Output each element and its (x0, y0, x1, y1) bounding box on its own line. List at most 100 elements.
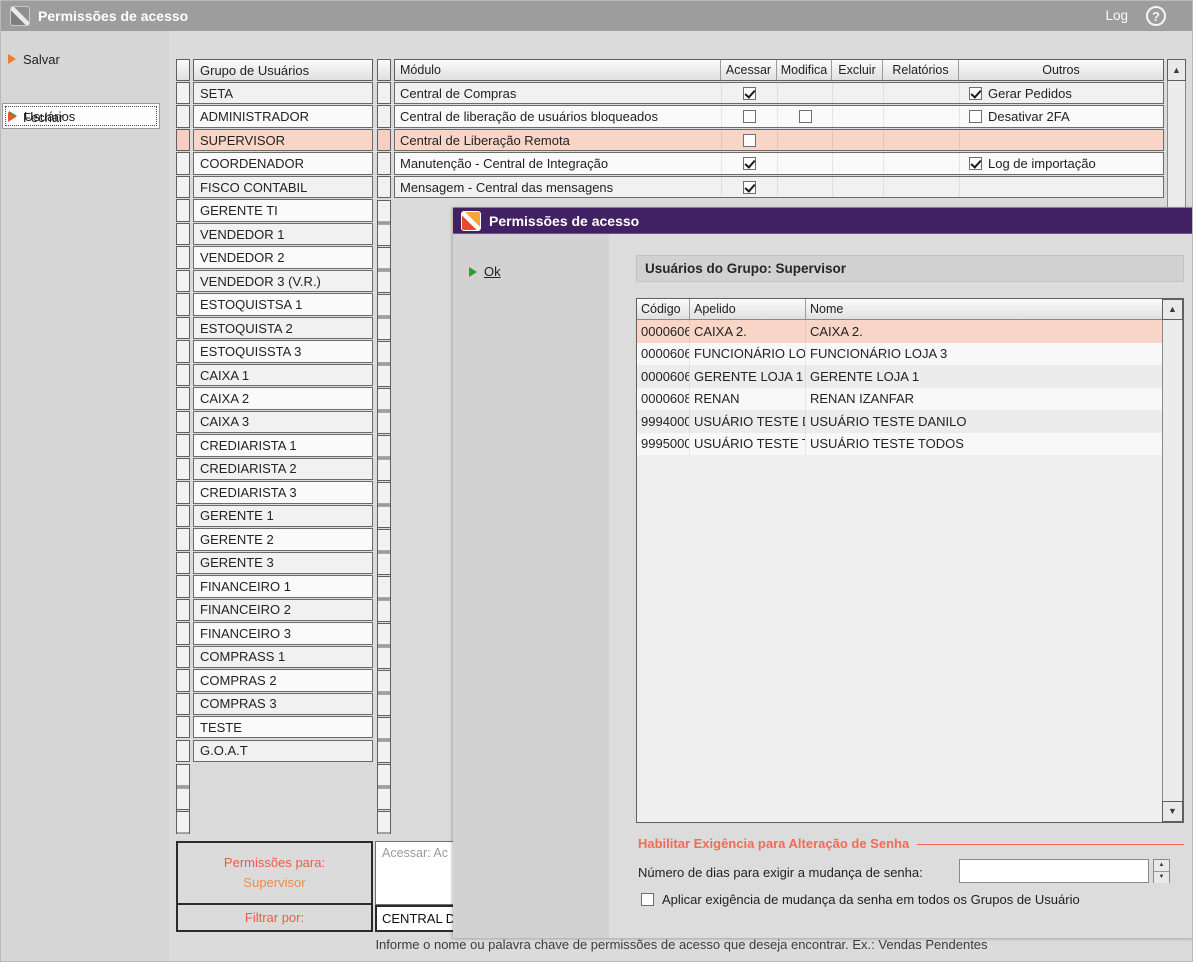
row-selector[interactable] (176, 622, 190, 645)
modifica-checkbox[interactable] (798, 110, 812, 124)
acessar-checkbox[interactable] (743, 86, 756, 100)
group-row[interactable]: COMPRASS 1 (176, 645, 376, 669)
group-row[interactable]: SETA (176, 82, 376, 105)
user-row[interactable]: 00006084 RENAN RENAN IZANFAR (637, 387, 1164, 410)
group-row[interactable]: GERENTE 2 (176, 528, 376, 551)
group-row[interactable]: COMPRAS 3 (176, 692, 376, 715)
row-selector[interactable] (176, 434, 190, 457)
group-row[interactable]: CAIXA 1 (176, 363, 376, 387)
group-row[interactable]: ADMINISTRADOR (176, 105, 376, 128)
row-selector[interactable] (176, 410, 190, 434)
group-row[interactable]: FINANCEIRO 3 (176, 622, 376, 645)
row-selector[interactable] (176, 669, 190, 692)
group-row[interactable]: G.O.A.T (176, 739, 376, 762)
module-row[interactable]: Mensagem - Central das mensagens (377, 175, 1167, 199)
group-row[interactable]: ESTOQUISTSA 1 (176, 293, 376, 316)
ok-arrow-icon (469, 266, 477, 277)
user-row[interactable]: 00006064 GERENTE LOJA 1 GERENTE LOJA 1 (637, 365, 1164, 388)
days-input[interactable] (959, 859, 1149, 883)
row-selector[interactable] (176, 82, 190, 105)
row-selector[interactable] (176, 363, 190, 387)
row-selector[interactable] (176, 387, 190, 410)
days-spinner[interactable]: ▲ ▼ (1153, 859, 1170, 883)
spinner-down-icon[interactable]: ▼ (1154, 872, 1169, 883)
save-button[interactable]: Salvar (8, 49, 60, 69)
row-selector[interactable] (176, 551, 190, 575)
row-selector[interactable] (176, 645, 190, 669)
user-row[interactable]: 00006063 FUNCIONÁRIO LOJA 3 FUNCIONÁRIO … (637, 342, 1164, 365)
group-row[interactable]: FINANCEIRO 1 (176, 575, 376, 598)
row-selector[interactable] (176, 739, 190, 762)
acessar-checkbox[interactable] (743, 180, 756, 194)
user-row[interactable]: 99950000 USUÁRIO TESTE TODO USUÁRIO TEST… (637, 432, 1164, 455)
row-selector[interactable] (176, 222, 190, 246)
row-selector[interactable] (377, 175, 391, 199)
module-row[interactable]: Manutenção - Central de Integração Log d… (377, 152, 1167, 175)
acessar-checkbox[interactable] (743, 157, 756, 171)
row-selector[interactable] (176, 528, 190, 551)
module-scrollbar[interactable] (1167, 81, 1186, 207)
row-selector[interactable] (377, 152, 391, 175)
outros-checkbox[interactable] (969, 86, 982, 100)
row-selector[interactable] (176, 269, 190, 293)
group-row[interactable]: GERENTE 3 (176, 551, 376, 575)
acessar-checkbox[interactable] (743, 133, 756, 147)
group-row[interactable]: CAIXA 3 (176, 410, 376, 434)
row-selector[interactable] (176, 575, 190, 598)
spinner-up-icon[interactable]: ▲ (1154, 860, 1169, 872)
row-selector[interactable] (176, 293, 190, 316)
group-row[interactable]: GERENTE 1 (176, 504, 376, 528)
scroll-up-icon[interactable]: ▲ (1162, 299, 1183, 320)
row-selector[interactable] (176, 598, 190, 622)
row-selector[interactable] (176, 152, 190, 175)
users-scrollbar[interactable]: ▲ ▼ (1162, 299, 1183, 822)
module-scroll-up-icon[interactable]: ▲ (1167, 59, 1186, 81)
acessar-checkbox[interactable] (743, 110, 756, 124)
row-selector[interactable] (377, 128, 391, 152)
row-selector[interactable] (176, 246, 190, 269)
ok-button[interactable]: Ok (469, 264, 501, 279)
row-selector[interactable] (176, 105, 190, 128)
row-selector[interactable] (176, 128, 190, 152)
group-row[interactable]: VENDEDOR 3 (V.R.) (176, 269, 376, 293)
group-row[interactable]: FINANCEIRO 2 (176, 598, 376, 622)
group-row[interactable]: GERENTE TI (176, 199, 376, 222)
group-row[interactable]: CREDIARISTA 2 (176, 457, 376, 481)
row-selector[interactable] (176, 316, 190, 340)
row-selector[interactable] (176, 199, 190, 222)
group-row[interactable]: ESTOQUISSTA 3 (176, 340, 376, 363)
group-row-selected[interactable]: SUPERVISOR (176, 128, 376, 152)
scroll-down-icon[interactable]: ▼ (1162, 801, 1183, 822)
module-row[interactable]: Central de liberação de usuários bloquea… (377, 105, 1167, 128)
row-selector[interactable] (176, 716, 190, 739)
group-row[interactable]: COMPRAS 2 (176, 669, 376, 692)
group-row[interactable]: FISCO CONTABIL (176, 175, 376, 199)
row-selector[interactable] (377, 105, 391, 128)
close-button[interactable]: Fechar (8, 107, 63, 127)
help-icon[interactable]: ? (1146, 6, 1166, 26)
row-selector[interactable] (176, 340, 190, 363)
row-selector[interactable] (176, 692, 190, 715)
group-row[interactable]: VENDEDOR 2 (176, 246, 376, 269)
row-selector[interactable] (377, 82, 391, 105)
group-row[interactable]: CREDIARISTA 1 (176, 434, 376, 457)
dialog-title: Permissões de acesso (489, 213, 640, 229)
apply-all-checkbox[interactable] (641, 893, 654, 906)
row-selector[interactable] (176, 504, 190, 528)
group-row[interactable]: VENDEDOR 1 (176, 222, 376, 246)
module-row[interactable]: Central de Compras Gerar Pedidos (377, 82, 1167, 105)
user-row[interactable]: 99940000 USUÁRIO TESTE DAN USUÁRIO TESTE… (637, 410, 1164, 433)
group-row[interactable]: CREDIARISTA 3 (176, 481, 376, 504)
outros-checkbox[interactable] (969, 157, 982, 171)
group-row[interactable]: CAIXA 2 (176, 387, 376, 410)
outros-checkbox[interactable] (969, 110, 982, 124)
row-selector[interactable] (176, 481, 190, 504)
module-row-selected[interactable]: Central de Liberação Remota (377, 128, 1167, 152)
group-row[interactable]: TESTE (176, 716, 376, 739)
group-row[interactable]: COORDENADOR (176, 152, 376, 175)
group-row[interactable]: ESTOQUISTA 2 (176, 316, 376, 340)
row-selector[interactable] (176, 457, 190, 481)
log-button[interactable]: Log (1105, 1, 1128, 31)
row-selector[interactable] (176, 175, 190, 199)
user-row-selected[interactable]: 00006060 CAIXA 2. CAIXA 2. (637, 320, 1164, 343)
